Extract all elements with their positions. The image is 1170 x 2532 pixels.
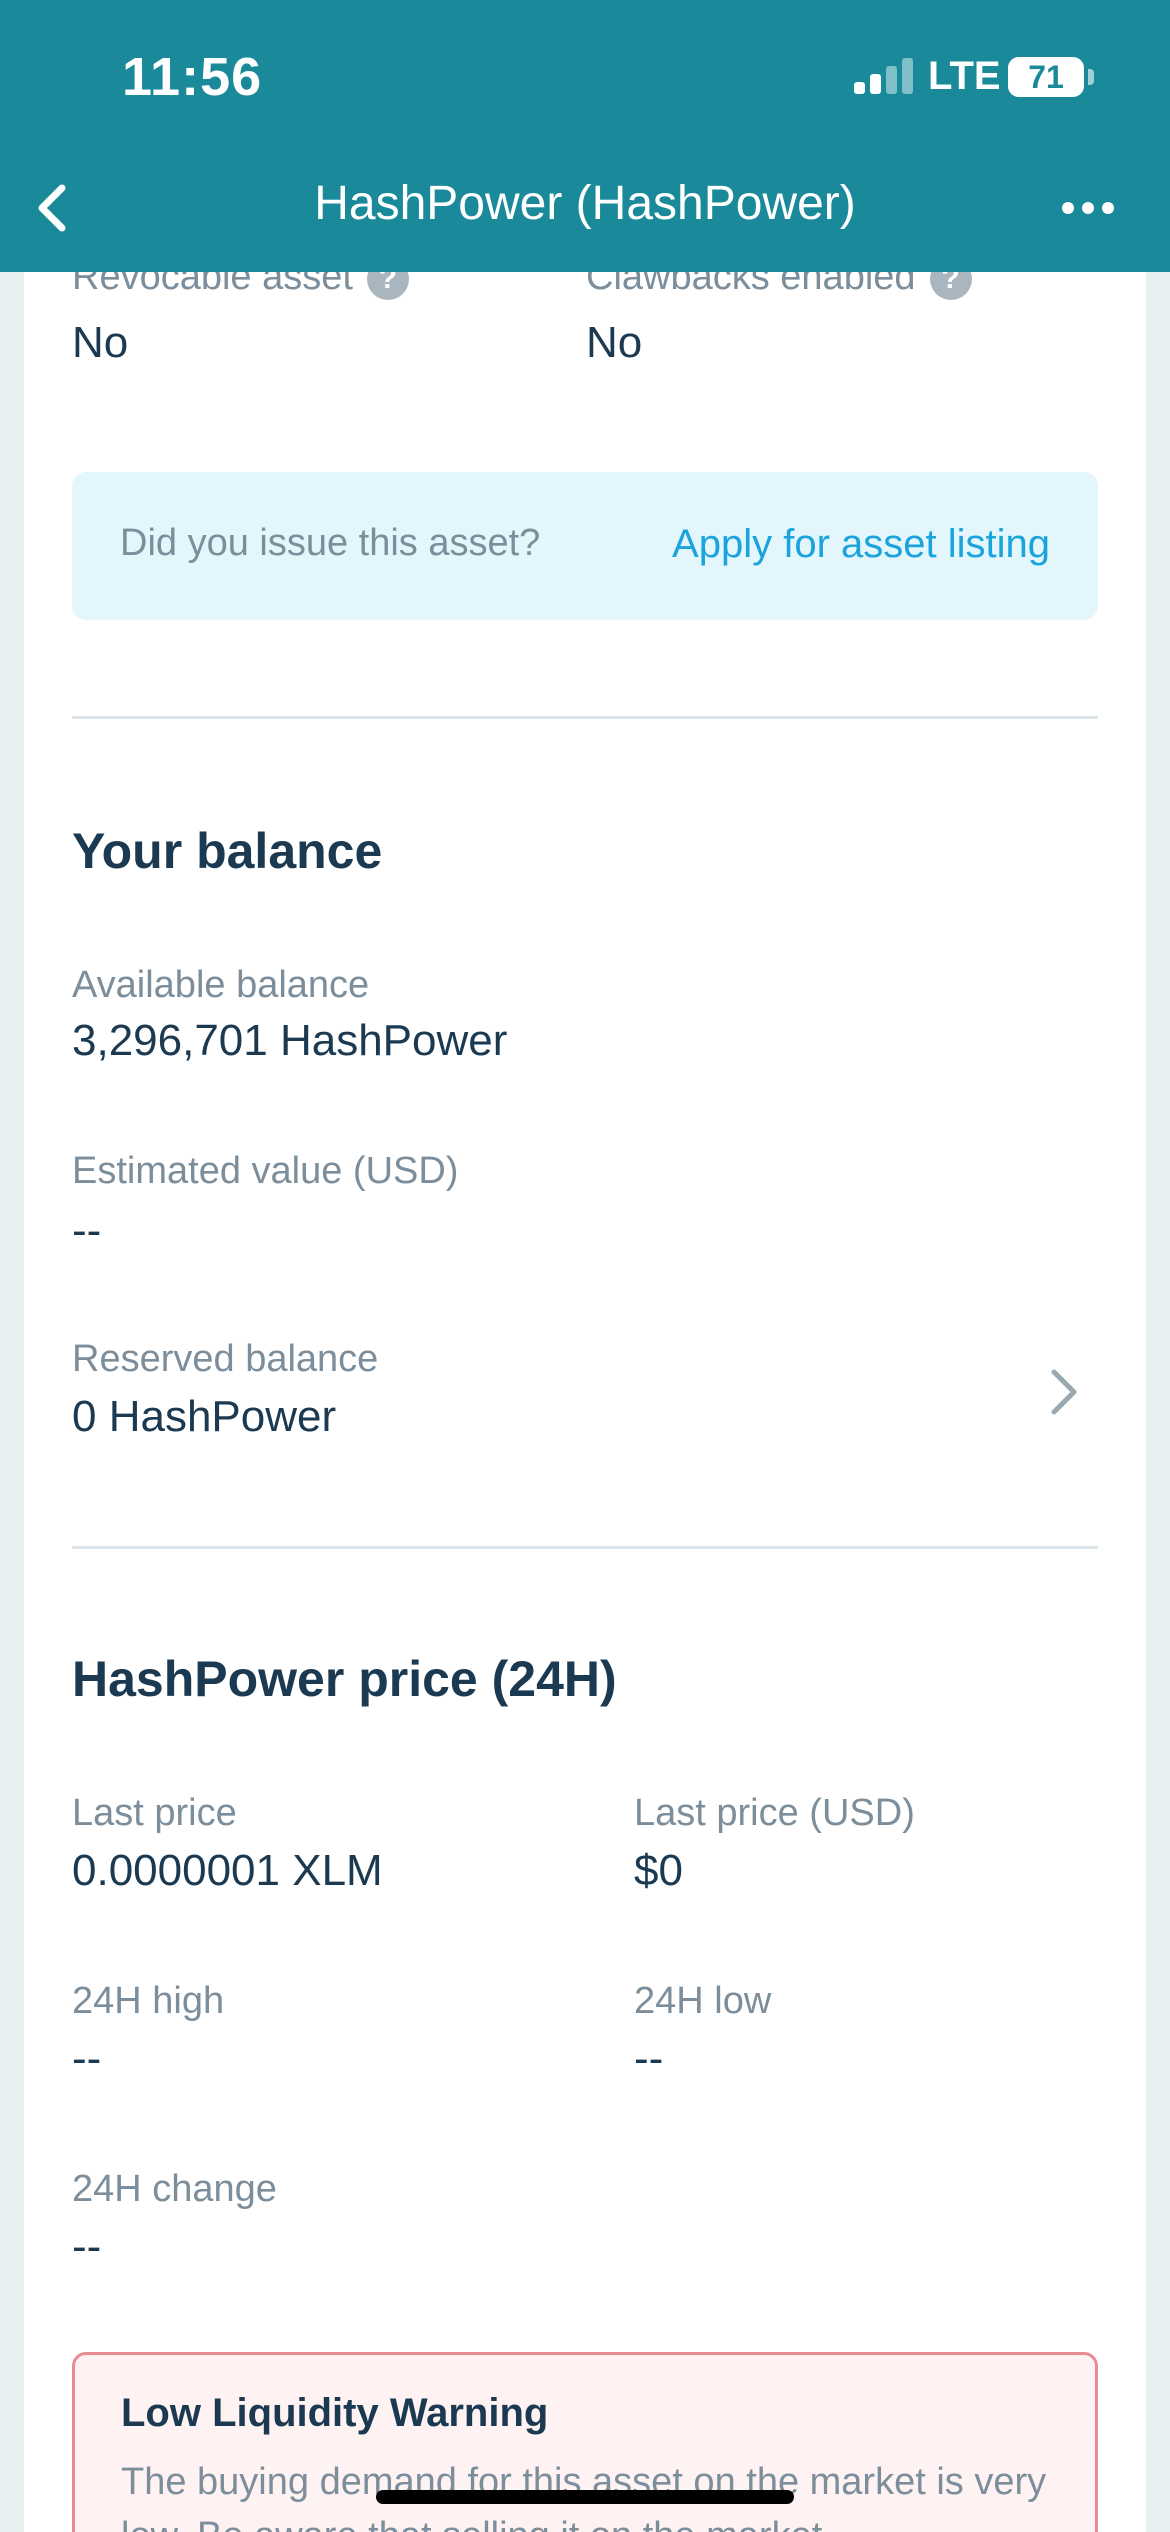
24h-change-value: -- (72, 2222, 102, 2271)
divider (72, 1546, 1098, 1549)
cellular-signal-icon (854, 58, 914, 94)
available-balance-value: 3,296,701 HashPower (72, 1016, 508, 1065)
last-price-usd-label: Last price (USD) (634, 1792, 915, 1834)
status-bar: 11:56 LTE 71 (0, 0, 1170, 150)
warning-title: Low Liquidity Warning (121, 2391, 549, 2435)
24h-high-label: 24H high (72, 1980, 225, 2022)
chevron-left-icon (38, 184, 66, 232)
price-section-title: HashPower price (24H) (72, 1651, 617, 1707)
more-horizontal-icon (1062, 202, 1074, 214)
reserved-balance-label: Reserved balance (72, 1338, 379, 1380)
reserved-balance-row[interactable]: Reserved balance 0 HashPower (24, 1320, 1146, 1460)
battery-nub (1088, 69, 1094, 85)
clawbacks-enabled-value: No (586, 318, 643, 367)
back-button[interactable] (18, 170, 94, 246)
reserved-balance-value: 0 HashPower (72, 1392, 337, 1441)
home-indicator[interactable] (376, 2490, 794, 2504)
more-options-button[interactable] (1050, 176, 1126, 236)
last-price-value: 0.0000001 XLM (72, 1846, 383, 1895)
last-price-label: Last price (72, 1792, 237, 1834)
estimated-value-value: -- (72, 1206, 102, 1255)
apply-for-listing-link[interactable]: Apply for asset listing (672, 522, 1050, 567)
network-type: LTE (928, 54, 1001, 98)
estimated-value-label: Estimated value (USD) (72, 1150, 459, 1192)
battery-level: 71 (1028, 59, 1064, 95)
battery-icon: 71 (1008, 57, 1084, 97)
page-title: HashPower (HashPower) (314, 177, 856, 230)
status-time: 11:56 (122, 47, 263, 107)
24h-high-value: -- (72, 2034, 102, 2083)
last-price-usd-value: $0 (634, 1846, 683, 1895)
asset-listing-banner: Did you issue this asset? Apply for asse… (72, 472, 1098, 620)
chevron-right-icon[interactable] (1044, 1364, 1084, 1420)
low-liquidity-warning: Low Liquidity Warning The buying demand … (72, 2352, 1098, 2532)
24h-low-label: 24H low (634, 1980, 772, 2022)
app-header: 11:56 LTE 71 HashPower (HashPower) (0, 0, 1170, 272)
available-balance-label: Available balance (72, 964, 370, 1006)
your-balance-title: Your balance (72, 823, 383, 879)
revocable-asset-value: No (72, 318, 129, 367)
asset-details-card: Revocable asset? No Clawbacks enabled? N… (24, 0, 1146, 2532)
listing-question: Did you issue this asset? (120, 522, 541, 564)
divider (72, 716, 1098, 719)
24h-low-value: -- (634, 2034, 664, 2083)
24h-change-label: 24H change (72, 2168, 277, 2210)
